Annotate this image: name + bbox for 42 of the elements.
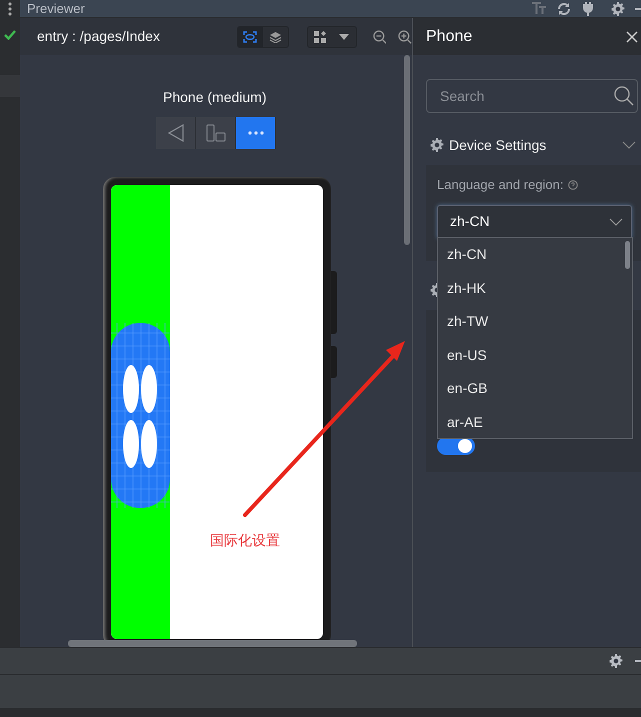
settings-icon xyxy=(430,138,444,152)
dropdown-item[interactable]: en-US xyxy=(438,338,632,372)
settings-icon[interactable] xyxy=(609,654,623,668)
search-field[interactable]: Search xyxy=(426,79,638,113)
triangle-icon xyxy=(168,124,184,142)
caret-down-icon[interactable] xyxy=(338,34,349,40)
more-icon xyxy=(248,131,264,135)
dropdown-item[interactable]: en-GB xyxy=(438,372,632,406)
scrollbar-thumb[interactable] xyxy=(625,241,630,269)
more-button[interactable] xyxy=(236,117,276,149)
dropdown-item[interactable]: zh-TW xyxy=(438,305,632,338)
language-select[interactable]: zh-CN xyxy=(437,204,632,238)
back-button[interactable] xyxy=(156,117,196,149)
chevron-down-icon xyxy=(609,218,623,226)
inspect-icon[interactable] xyxy=(243,30,258,42)
chevron-icon[interactable] xyxy=(622,141,636,149)
refresh-icon[interactable] xyxy=(557,2,571,16)
plug-icon[interactable] xyxy=(581,2,595,16)
layers-icon[interactable] xyxy=(268,30,282,42)
rotate-icon xyxy=(206,124,226,142)
grid-icon[interactable] xyxy=(314,30,326,42)
check-icon xyxy=(4,30,16,40)
dropdown-item[interactable]: zh-HK xyxy=(438,272,632,305)
device-name: Phone (medium) xyxy=(163,88,266,107)
panel-title: Phone xyxy=(426,26,472,46)
help-icon xyxy=(568,180,578,190)
settings-icon[interactable] xyxy=(611,2,625,16)
dropdown-item[interactable]: ar-AE xyxy=(438,406,632,439)
route-path: entry : /pages/Index xyxy=(37,27,161,46)
annotation-text: 国际化设置 xyxy=(210,531,281,550)
dropdown-item[interactable]: zh-CN xyxy=(438,238,632,272)
rotate-button[interactable] xyxy=(196,117,236,149)
zoom-out-icon[interactable] xyxy=(372,30,386,44)
zoom-in-icon[interactable] xyxy=(398,30,412,44)
horizontal-scrollbar[interactable] xyxy=(68,640,357,647)
more-vertical-icon[interactable] xyxy=(8,2,12,16)
search-icon[interactable] xyxy=(614,86,634,106)
field-label: Language and region: xyxy=(437,176,564,194)
panel-title: Previewer xyxy=(27,0,85,18)
vertical-scrollbar[interactable] xyxy=(404,55,410,245)
section-title[interactable]: Device Settings xyxy=(449,134,546,156)
close-icon[interactable] xyxy=(626,30,638,42)
